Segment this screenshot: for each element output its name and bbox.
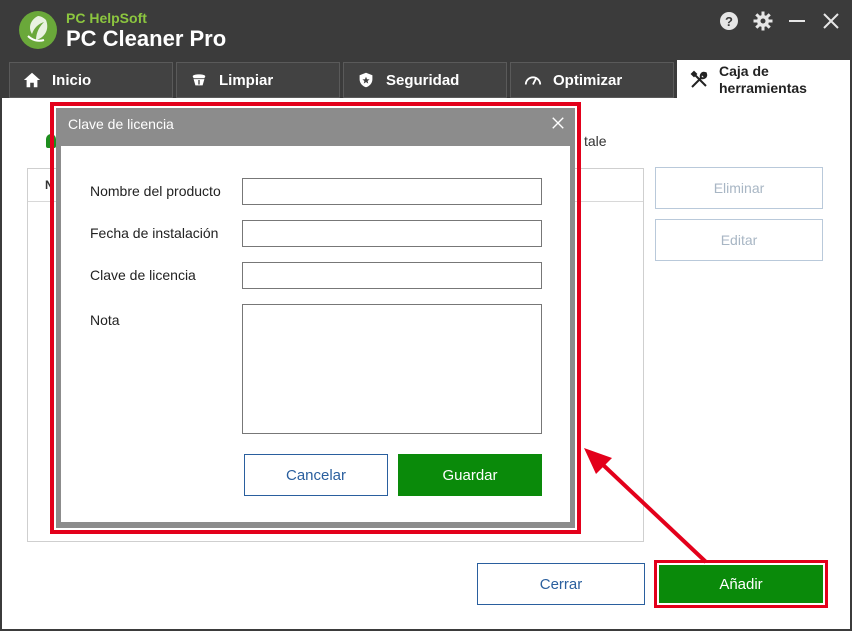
license-key-label: Clave de licencia — [90, 267, 196, 283]
shield-icon — [356, 70, 376, 90]
save-button[interactable]: Guardar — [398, 454, 542, 496]
tab-label: Seguridad — [386, 71, 460, 89]
tools-icon — [689, 70, 709, 90]
product-name-label: Nombre del producto — [90, 183, 221, 199]
edit-button[interactable]: Editar — [655, 219, 823, 261]
delete-button[interactable]: Eliminar — [655, 167, 823, 209]
dialog-close-icon[interactable] — [549, 114, 567, 132]
app-logo-icon — [18, 10, 58, 50]
cancel-button[interactable]: Cancelar — [244, 454, 388, 496]
tab-seguridad[interactable]: Seguridad — [343, 62, 507, 98]
background-partial-text: tale — [584, 133, 607, 149]
note-textarea[interactable] — [242, 304, 542, 434]
license-key-input[interactable] — [242, 262, 542, 289]
tab-inicio[interactable]: Inicio — [9, 62, 173, 98]
help-icon[interactable]: ? — [718, 10, 740, 32]
install-date-input[interactable] — [242, 220, 542, 247]
speedometer-icon — [523, 70, 543, 90]
close-icon[interactable] — [820, 10, 842, 32]
tab-label: Limpiar — [219, 71, 274, 89]
add-button[interactable]: Añadir — [659, 565, 823, 603]
tab-label: Caja de herramientas — [719, 63, 807, 96]
install-date-label: Fecha de instalación — [90, 225, 219, 241]
home-icon — [22, 70, 42, 90]
tab-optimizar[interactable]: Optimizar — [510, 62, 674, 98]
close-button[interactable]: Cerrar — [477, 563, 645, 605]
app-window: PC HelpSoft PC Cleaner Pro ? Inicio Limp… — [0, 0, 852, 631]
minimize-icon[interactable] — [786, 10, 808, 32]
tab-limpiar[interactable]: Limpiar — [176, 62, 340, 98]
gear-icon[interactable] — [752, 10, 774, 32]
license-key-dialog: Clave de licencia Nombre del producto Fe… — [56, 108, 575, 528]
brand-company: PC HelpSoft — [66, 10, 147, 26]
dialog-title: Clave de licencia — [68, 116, 174, 132]
tab-label: Optimizar — [553, 71, 623, 89]
note-label: Nota — [90, 312, 120, 328]
tab-caja-de-herramientas[interactable]: Caja de herramientas — [677, 60, 850, 100]
dialog-body: Nombre del producto Fecha de instalación… — [61, 146, 570, 522]
brand-product: PC Cleaner Pro — [66, 26, 227, 51]
product-name-input[interactable] — [242, 178, 542, 205]
tab-label: Inicio — [52, 71, 92, 89]
svg-text:?: ? — [725, 14, 733, 29]
broom-icon — [189, 70, 209, 90]
